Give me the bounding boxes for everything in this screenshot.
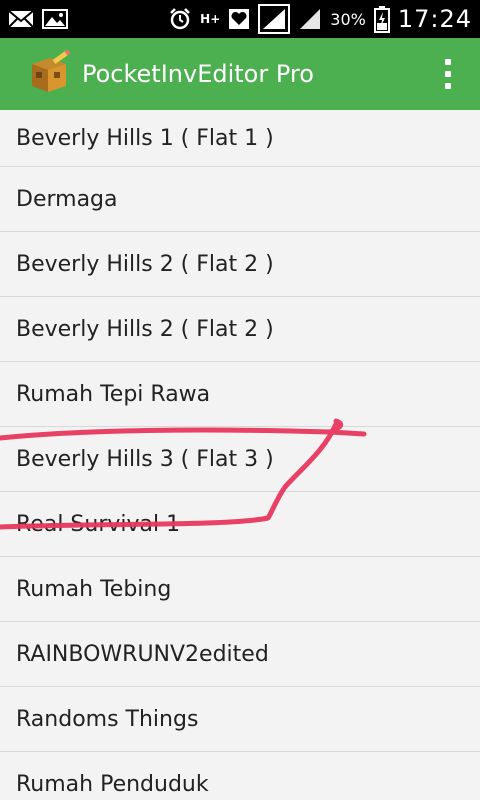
app-title: PocketInvEditor Pro	[82, 60, 314, 88]
list-item[interactable]: Rumah Penduduk	[0, 752, 480, 800]
list-item[interactable]: Dermaga	[0, 167, 480, 232]
world-list: Beverly Hills 1 ( Flat 1 ) Dermaga Bever…	[0, 110, 480, 800]
list-item-label: Randoms Things	[16, 706, 199, 732]
overflow-menu-icon[interactable]	[432, 50, 464, 98]
list-item-label: Beverly Hills 2 ( Flat 2 )	[16, 316, 274, 342]
status-time: 17:24	[397, 5, 472, 33]
status-bar-right: H+ 30% 17:24	[168, 4, 472, 34]
image-icon	[42, 8, 68, 30]
list-item-label: Dermaga	[16, 186, 118, 212]
list-item[interactable]: Real Survival 1	[0, 492, 480, 557]
mail-icon	[8, 9, 34, 29]
app-logo-icon	[24, 49, 72, 98]
list-item[interactable]: Randoms Things	[0, 687, 480, 752]
hplus-data-icon: H+	[200, 12, 221, 26]
list-item-label: Beverly Hills 3 ( Flat 3 )	[16, 446, 274, 472]
signal-icon	[258, 4, 291, 34]
battery-icon	[373, 5, 390, 33]
network-type-label: H+	[200, 12, 221, 26]
list-item[interactable]: Beverly Hills 3 ( Flat 3 )	[0, 427, 480, 492]
signal-icon-2	[298, 7, 322, 31]
menu-dot	[445, 71, 451, 77]
list-item-label: RAINBOWRUNV2edited	[16, 641, 269, 667]
list-item[interactable]: Beverly Hills 2 ( Flat 2 )	[0, 297, 480, 362]
list-item[interactable]: RAINBOWRUNV2edited	[0, 622, 480, 687]
battery-percent: 30%	[330, 9, 366, 29]
alarm-icon	[168, 7, 192, 31]
list-item-label: Real Survival 1	[16, 511, 181, 537]
list-item-label: Rumah Tebing	[16, 576, 172, 602]
list-item-label: Rumah Tepi Rawa	[16, 381, 211, 407]
list-item[interactable]: Rumah Tebing	[0, 557, 480, 622]
list-item-label: Beverly Hills 2 ( Flat 2 )	[16, 251, 274, 277]
app-bar: PocketInvEditor Pro	[0, 38, 480, 110]
list-item-label: Beverly Hills 1 ( Flat 1 )	[16, 125, 274, 151]
heart-icon	[228, 8, 250, 30]
menu-dot	[445, 83, 451, 89]
status-bar-left	[8, 8, 68, 30]
list-item[interactable]: Rumah Tepi Rawa	[0, 362, 480, 427]
status-bar: H+ 30% 17:24	[0, 0, 480, 38]
menu-dot	[445, 59, 451, 65]
list-item-label: Rumah Penduduk	[16, 771, 209, 797]
list-item[interactable]: Beverly Hills 2 ( Flat 2 )	[0, 232, 480, 297]
list-item[interactable]: Beverly Hills 1 ( Flat 1 )	[0, 110, 480, 167]
